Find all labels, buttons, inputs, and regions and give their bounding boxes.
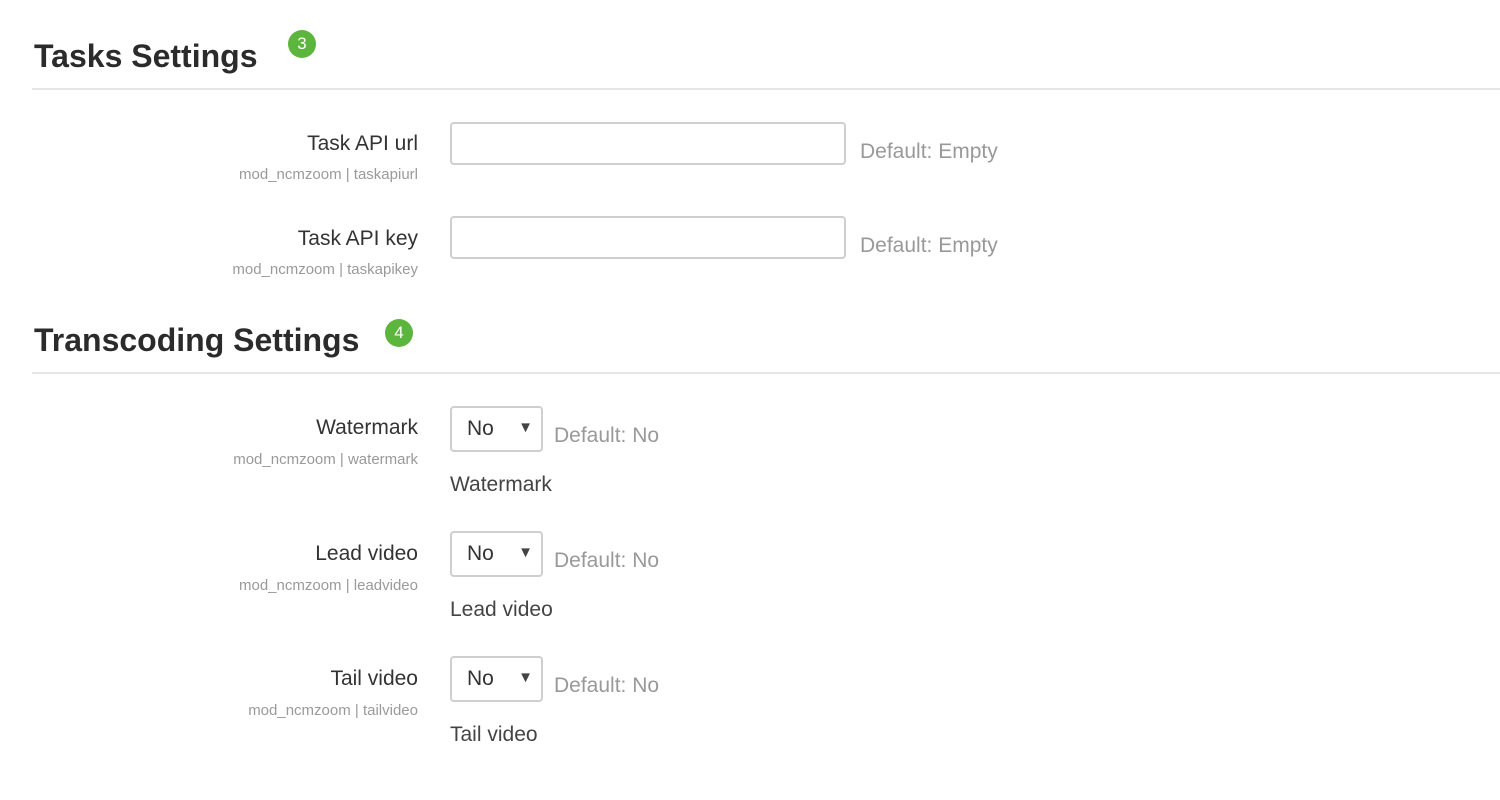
section-divider — [32, 88, 1500, 90]
default-value-taskapiurl: Default: Empty — [860, 140, 998, 163]
task-api-key-input[interactable] — [450, 216, 846, 259]
tail-video-select[interactable]: No ▼ — [450, 656, 543, 702]
watermark-select[interactable]: No ▼ — [450, 406, 543, 452]
default-value-tailvideo: Default: No — [554, 674, 660, 697]
setting-description-leadvideo: Lead video — [450, 598, 553, 621]
setting-label-leadvideo: Lead video — [315, 542, 418, 565]
section-badge-transcoding: 4 — [385, 319, 413, 347]
section-badge-tasks: 3 — [288, 30, 316, 58]
watermark-select-value: No — [467, 417, 494, 440]
setting-key-taskapiurl: mod_ncmzoom | taskapiurl — [239, 166, 418, 183]
default-value-watermark: Default: No — [554, 424, 660, 447]
caret-down-icon: ▼ — [518, 669, 533, 686]
lead-video-select[interactable]: No ▼ — [450, 531, 543, 577]
tail-video-select-value: No — [467, 667, 494, 690]
setting-label-watermark: Watermark — [316, 416, 418, 439]
section-divider — [32, 372, 1500, 374]
task-api-url-input[interactable] — [450, 122, 846, 165]
lead-video-select-value: No — [467, 542, 494, 565]
setting-key-watermark: mod_ncmzoom | watermark — [233, 451, 418, 468]
setting-key-leadvideo: mod_ncmzoom | leadvideo — [239, 577, 418, 594]
section-title-transcoding: Transcoding Settings — [34, 322, 360, 358]
setting-label-taskapikey: Task API key — [297, 227, 418, 250]
setting-label-taskapiurl: Task API url — [307, 132, 418, 155]
setting-label-tailvideo: Tail video — [330, 667, 418, 690]
default-value-taskapikey: Default: Empty — [860, 234, 998, 257]
setting-key-taskapikey: mod_ncmzoom | taskapikey — [232, 261, 418, 278]
default-value-leadvideo: Default: No — [554, 549, 660, 572]
setting-key-tailvideo: mod_ncmzoom | tailvideo — [248, 702, 418, 719]
caret-down-icon: ▼ — [518, 419, 533, 436]
setting-description-watermark: Watermark — [450, 473, 552, 496]
section-title-tasks: Tasks Settings — [34, 38, 258, 74]
setting-description-tailvideo: Tail video — [450, 723, 538, 746]
caret-down-icon: ▼ — [518, 544, 533, 561]
